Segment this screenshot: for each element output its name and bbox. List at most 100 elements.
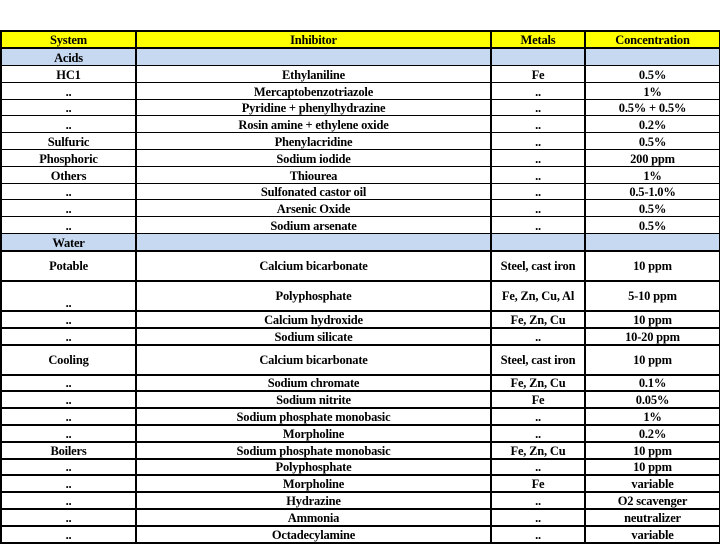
cell-metals: .. — [490, 115, 586, 134]
cell-metals: Fe, Zn, Cu, Al — [490, 279, 586, 312]
cell-inhibitor: Sodium phosphate monobasic — [135, 407, 492, 426]
table-row: .. Rosin amine + ethylene oxide .. 0.2% — [0, 115, 720, 134]
cell-system: .. — [0, 491, 137, 510]
cell-concentration: 1% — [584, 81, 720, 100]
section-row-water: Water — [0, 232, 720, 252]
cell-system: Others — [0, 165, 137, 184]
cell-concentration: 10 ppm — [584, 249, 720, 282]
cell-concentration: 5-10 ppm — [584, 279, 720, 312]
table-row: .. Sodium nitrite Fe 0.05% — [0, 390, 720, 410]
cell-metals: .. — [490, 148, 586, 167]
cell-system: .. — [0, 309, 137, 329]
cell-system: Cooling — [0, 343, 137, 376]
cell-metals: .. — [490, 98, 586, 117]
table-row: Sulfuric Phenylacridine .. 0.5% — [0, 132, 720, 150]
cell-inhibitor: Sulfonated castor oil — [135, 182, 492, 201]
table-row: .. Polyphosphate .. 10 ppm — [0, 457, 720, 477]
table-row: .. Morpholine .. 0.2% — [0, 423, 720, 443]
table-row: .. Sodium phosphate monobasic .. 1% — [0, 407, 720, 426]
cell-concentration: 0.5% + 0.5% — [584, 98, 720, 117]
table-row: .. Octadecylamine .. variable — [0, 524, 720, 544]
cell-system: .. — [0, 407, 137, 426]
table-row: .. Hydrazine .. O2 scavenger — [0, 491, 720, 510]
cell-system: .. — [0, 326, 137, 346]
cell-inhibitor: Calcium hydroxide — [135, 309, 492, 329]
table-row: .. Sulfonated castor oil .. 0.5-1.0% — [0, 182, 720, 201]
cell-metals: Steel, cast iron — [490, 343, 586, 376]
cell-inhibitor: Sodium iodide — [135, 148, 492, 167]
inhibitor-table-container: System Inhibitor Metals Concentration Ac… — [0, 30, 720, 544]
table-row: .. Arsenic Oxide .. 0.5% — [0, 199, 720, 218]
cell-concentration: neutralizer — [584, 507, 720, 527]
table-row: Potable Calcium bicarbonate Steel, cast … — [0, 249, 720, 282]
cell-metals: Fe — [490, 65, 586, 83]
table-row: .. Sodium arsenate .. 0.5% — [0, 216, 720, 234]
cell-inhibitor: Sodium silicate — [135, 326, 492, 346]
cell-inhibitor: Ethylaniline — [135, 65, 492, 83]
header-metals: Metals — [490, 30, 586, 49]
header-inhibitor: Inhibitor — [135, 30, 492, 49]
cell-system: HC1 — [0, 65, 137, 83]
table-header-row: System Inhibitor Metals Concentration — [0, 30, 720, 49]
cell-system: .. — [0, 457, 137, 477]
cell-concentration: 10 ppm — [584, 440, 720, 460]
cell-metals: .. — [490, 216, 586, 234]
table-row: .. Pyridine + phenylhydrazine .. 0.5% + … — [0, 98, 720, 117]
table-row: .. Sodium chromate Fe, Zn, Cu 0.1% — [0, 373, 720, 393]
table-row: Phosphoric Sodium iodide .. 200 ppm — [0, 148, 720, 167]
cell-inhibitor: Sodium phosphate monobasic — [135, 440, 492, 460]
cell-inhibitor: Morpholine — [135, 423, 492, 443]
cell-concentration: 10-20 ppm — [584, 326, 720, 346]
cell-system: .. — [0, 216, 137, 234]
cell-system: .. — [0, 373, 137, 393]
table-row: HC1 Ethylaniline Fe 0.5% — [0, 65, 720, 83]
section-empty-cell — [490, 232, 586, 252]
header-concentration: Concentration — [584, 30, 720, 49]
cell-concentration: variable — [584, 474, 720, 494]
section-label: Water — [0, 232, 137, 252]
table-row: .. Morpholine Fe variable — [0, 474, 720, 494]
table-row: .. Polyphosphate Fe, Zn, Cu, Al 5-10 ppm — [0, 279, 720, 312]
cell-inhibitor: Hydrazine — [135, 491, 492, 510]
cell-concentration: 0.1% — [584, 373, 720, 393]
cell-metals: Fe, Zn, Cu — [490, 309, 586, 329]
table-row: Cooling Calcium bicarbonate Steel, cast … — [0, 343, 720, 376]
cell-concentration: 10 ppm — [584, 343, 720, 376]
table-row: Boilers Sodium phosphate monobasic Fe, Z… — [0, 440, 720, 460]
cell-metals: Steel, cast iron — [490, 249, 586, 282]
cell-metals: .. — [490, 423, 586, 443]
cell-system: Phosphoric — [0, 148, 137, 167]
cell-inhibitor: Mercaptobenzotriazole — [135, 81, 492, 100]
cell-system: .. — [0, 115, 137, 134]
table-row: .. Ammonia .. neutralizer — [0, 507, 720, 527]
cell-system: .. — [0, 474, 137, 494]
section-empty-cell — [584, 232, 720, 252]
section-label: Acids — [0, 47, 137, 66]
cell-system: .. — [0, 507, 137, 527]
table-row: Others Thiourea .. 1% — [0, 165, 720, 184]
cell-inhibitor: Octadecylamine — [135, 524, 492, 544]
cell-concentration: 0.05% — [584, 390, 720, 410]
cell-inhibitor: Arsenic Oxide — [135, 199, 492, 218]
header-system: System — [0, 30, 137, 49]
cell-concentration: O2 scavenger — [584, 491, 720, 510]
cell-metals: .. — [490, 457, 586, 477]
cell-concentration: 1% — [584, 165, 720, 184]
cell-inhibitor: Sodium nitrite — [135, 390, 492, 410]
cell-concentration: 10 ppm — [584, 457, 720, 477]
cell-metals: Fe, Zn, Cu — [490, 440, 586, 460]
cell-inhibitor: Sodium arsenate — [135, 216, 492, 234]
cell-inhibitor: Sodium chromate — [135, 373, 492, 393]
cell-system: .. — [0, 98, 137, 117]
cell-metals: .. — [490, 407, 586, 426]
cell-metals: .. — [490, 524, 586, 544]
cell-system: .. — [0, 524, 137, 544]
section-empty-cell — [490, 47, 586, 66]
cell-concentration: 0.5-1.0% — [584, 182, 720, 201]
cell-concentration: 0.2% — [584, 423, 720, 443]
cell-inhibitor: Polyphosphate — [135, 279, 492, 312]
table-row: .. Calcium hydroxide Fe, Zn, Cu 10 ppm — [0, 309, 720, 329]
cell-concentration: 10 ppm — [584, 309, 720, 329]
cell-inhibitor: Calcium bicarbonate — [135, 343, 492, 376]
cell-metals: .. — [490, 491, 586, 510]
